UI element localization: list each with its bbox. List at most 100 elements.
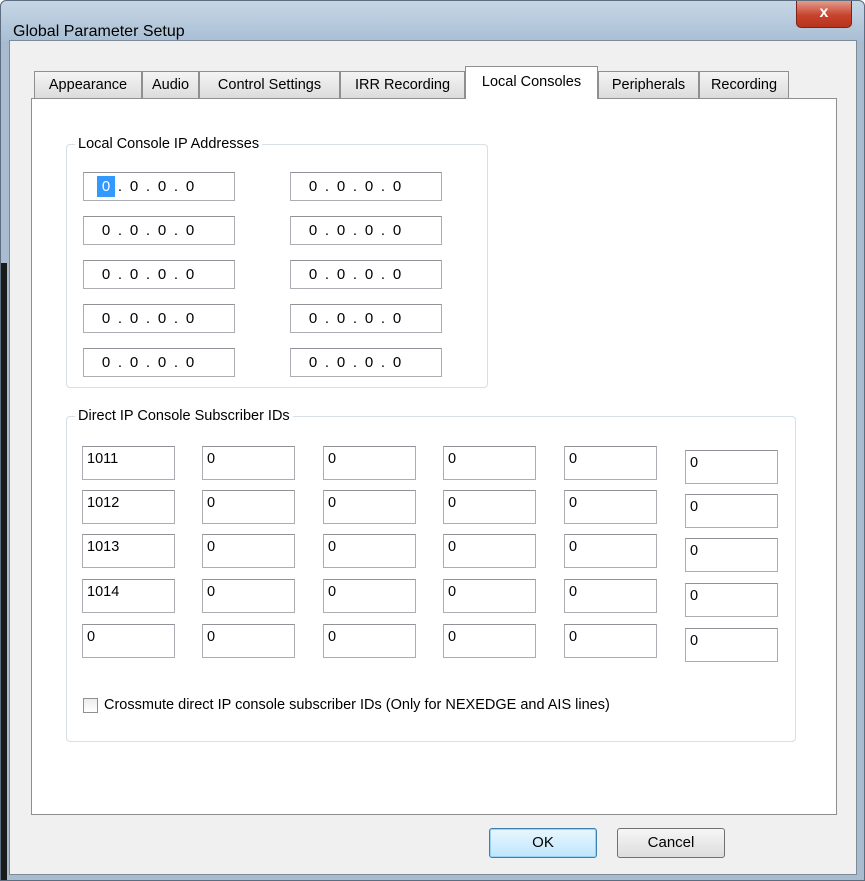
- tab-control-settings[interactable]: Control Settings: [199, 71, 340, 98]
- ip-octet[interactable]: 0: [181, 352, 199, 373]
- ip-address-field[interactable]: 0.0.0.0: [290, 348, 442, 377]
- ip-separator: .: [173, 178, 179, 195]
- ip-address-field[interactable]: 0.0.0.0: [83, 216, 235, 245]
- ip-octet[interactable]: 0: [332, 220, 350, 241]
- ip-octet[interactable]: 0: [125, 308, 143, 329]
- ip-octet[interactable]: 0: [153, 176, 171, 197]
- subscriber-id-field[interactable]: 0: [685, 538, 778, 572]
- ip-octet[interactable]: 0: [388, 220, 406, 241]
- subscriber-id-field[interactable]: 0: [323, 490, 416, 524]
- ip-octet[interactable]: 0: [125, 264, 143, 285]
- ip-octet[interactable]: 0: [360, 220, 378, 241]
- ip-octet[interactable]: 0: [153, 264, 171, 285]
- ip-octet[interactable]: 0: [360, 264, 378, 285]
- ip-octet[interactable]: 0: [97, 352, 115, 373]
- subscriber-id-field[interactable]: 0: [202, 624, 295, 658]
- subscriber-id-field[interactable]: 0: [443, 579, 536, 613]
- ip-address-field[interactable]: 0.0.0.0: [290, 260, 442, 289]
- ip-octet[interactable]: 0: [153, 352, 171, 373]
- subscriber-id-field[interactable]: 0: [323, 534, 416, 568]
- ip-octet[interactable]: 0: [304, 176, 322, 197]
- window-left-edge: [1, 263, 7, 880]
- subscriber-id-field[interactable]: 0: [685, 628, 778, 662]
- ip-address-field[interactable]: 0.0.0.0: [290, 304, 442, 333]
- title-bar[interactable]: Global Parameter Setup x: [1, 1, 864, 41]
- ip-octet[interactable]: 0: [332, 352, 350, 373]
- ip-octet[interactable]: 0: [97, 176, 115, 197]
- ip-octet[interactable]: 0: [332, 264, 350, 285]
- subscriber-id-field[interactable]: 0: [82, 624, 175, 658]
- subscriber-id-field[interactable]: 0: [564, 534, 657, 568]
- close-button[interactable]: x: [796, 1, 852, 28]
- ip-octet[interactable]: 0: [97, 264, 115, 285]
- ip-separator: .: [117, 222, 123, 239]
- subscriber-id-field[interactable]: 0: [685, 583, 778, 617]
- ip-octet[interactable]: 0: [181, 264, 199, 285]
- ip-octet[interactable]: 0: [388, 176, 406, 197]
- subscriber-id-field[interactable]: 0: [564, 624, 657, 658]
- ip-address-field[interactable]: 0.0.0.0: [83, 260, 235, 289]
- ip-octet[interactable]: 0: [388, 308, 406, 329]
- ip-address-field[interactable]: 0.0.0.0: [83, 348, 235, 377]
- cancel-button[interactable]: Cancel: [617, 828, 725, 858]
- ip-octet[interactable]: 0: [125, 176, 143, 197]
- subscriber-id-field[interactable]: 1014: [82, 579, 175, 613]
- ip-octet[interactable]: 0: [332, 308, 350, 329]
- subscriber-id-field[interactable]: 0: [443, 624, 536, 658]
- crossmute-checkbox[interactable]: [83, 698, 98, 713]
- ip-octet[interactable]: 0: [360, 352, 378, 373]
- subscriber-id-field[interactable]: 0: [443, 446, 536, 480]
- ip-octet[interactable]: 0: [181, 176, 199, 197]
- subscriber-id-field[interactable]: 0: [323, 624, 416, 658]
- tab-irr-recording[interactable]: IRR Recording: [340, 71, 465, 98]
- tab-local-consoles[interactable]: Local Consoles: [465, 66, 598, 99]
- ip-address-field[interactable]: 0.0.0.0: [83, 304, 235, 333]
- subscriber-id-field[interactable]: 0: [202, 446, 295, 480]
- tab-peripherals[interactable]: Peripherals: [598, 71, 699, 98]
- ip-octet[interactable]: 0: [181, 308, 199, 329]
- ok-button[interactable]: OK: [489, 828, 597, 858]
- subscriber-id-field[interactable]: 0: [564, 579, 657, 613]
- subscriber-id-field[interactable]: 0: [443, 490, 536, 524]
- tab-appearance[interactable]: Appearance: [34, 71, 142, 98]
- subscriber-id-field[interactable]: 0: [323, 579, 416, 613]
- ip-octet[interactable]: 0: [304, 264, 322, 285]
- crossmute-label[interactable]: Crossmute direct IP console subscriber I…: [104, 697, 610, 713]
- ip-octet[interactable]: 0: [304, 308, 322, 329]
- subscriber-id-field[interactable]: 0: [202, 534, 295, 568]
- ip-octet[interactable]: 0: [153, 220, 171, 241]
- ip-octet[interactable]: 0: [97, 308, 115, 329]
- subscriber-id-field[interactable]: 0: [443, 534, 536, 568]
- subscriber-id-field[interactable]: 0: [685, 494, 778, 528]
- ip-octet[interactable]: 0: [304, 220, 322, 241]
- tab-audio[interactable]: Audio: [142, 71, 199, 98]
- tab-recording[interactable]: Recording: [699, 71, 789, 98]
- ip-octet[interactable]: 0: [332, 176, 350, 197]
- subscriber-id-field[interactable]: 1013: [82, 534, 175, 568]
- subscriber-id-field[interactable]: 0: [564, 446, 657, 480]
- ip-octet[interactable]: 0: [388, 352, 406, 373]
- ip-address-field[interactable]: 0.0.0.0: [290, 172, 442, 201]
- subscriber-id-field[interactable]: 0: [564, 490, 657, 524]
- subscriber-id-field[interactable]: 1011: [82, 446, 175, 480]
- subscriber-id-field[interactable]: 0: [202, 579, 295, 613]
- subscriber-id-field[interactable]: 0: [323, 446, 416, 480]
- subscriber-id-field[interactable]: 1012: [82, 490, 175, 524]
- ip-octet[interactable]: 0: [97, 220, 115, 241]
- ip-separator: .: [173, 354, 179, 371]
- local-console-ip-group-label: Local Console IP Addresses: [75, 135, 263, 153]
- ip-octet[interactable]: 0: [125, 220, 143, 241]
- ip-octet[interactable]: 0: [360, 176, 378, 197]
- ip-octet[interactable]: 0: [304, 352, 322, 373]
- ip-octet[interactable]: 0: [125, 352, 143, 373]
- subscriber-id-field[interactable]: 0: [202, 490, 295, 524]
- ip-address-field[interactable]: 0.0.0.0: [290, 216, 442, 245]
- ip-separator: .: [324, 310, 330, 327]
- ip-octet[interactable]: 0: [388, 264, 406, 285]
- ip-separator: .: [352, 354, 358, 371]
- ip-octet[interactable]: 0: [360, 308, 378, 329]
- ip-octet[interactable]: 0: [181, 220, 199, 241]
- ip-address-field[interactable]: 0.0.0.0: [83, 172, 235, 201]
- subscriber-id-field[interactable]: 0: [685, 450, 778, 484]
- ip-octet[interactable]: 0: [153, 308, 171, 329]
